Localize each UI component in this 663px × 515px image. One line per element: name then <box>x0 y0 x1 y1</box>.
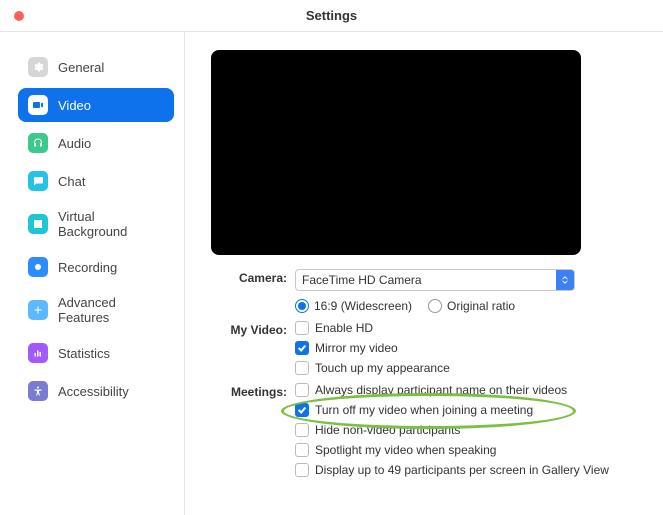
camera-dropdown[interactable]: FaceTime HD Camera <box>295 269 575 291</box>
sidebar-item-label: Recording <box>58 260 117 275</box>
checkbox-label: Always display participant name on their… <box>315 383 567 397</box>
sidebar-item-label: Virtual Background <box>58 209 164 239</box>
mirror-video-checkbox[interactable]: Mirror my video <box>295 341 641 355</box>
gallery-49-checkbox[interactable]: Display up to 49 participants per screen… <box>295 463 641 477</box>
always-display-names-checkbox[interactable]: Always display participant name on their… <box>295 383 641 397</box>
meetings-label: Meetings: <box>207 383 287 477</box>
sidebar: General Video Audio Chat <box>0 32 185 515</box>
checkbox-label: Hide non-video participants <box>315 423 460 437</box>
checkbox-icon <box>295 443 309 457</box>
hide-nonvideo-checkbox[interactable]: Hide non-video participants <box>295 423 641 437</box>
checkbox-icon <box>295 361 309 375</box>
turn-off-video-checkbox[interactable]: Turn off my video when joining a meeting <box>295 403 641 417</box>
camera-label: Camera: <box>207 269 287 291</box>
stats-icon <box>28 343 48 363</box>
sidebar-item-label: Statistics <box>58 346 110 361</box>
record-icon <box>28 257 48 277</box>
checkbox-label: Enable HD <box>315 321 373 335</box>
checkbox-label: Touch up my appearance <box>315 361 450 375</box>
sidebar-item-statistics[interactable]: Statistics <box>18 336 174 370</box>
video-preview <box>211 50 581 255</box>
touch-up-checkbox[interactable]: Touch up my appearance <box>295 361 641 375</box>
sidebar-item-label: Advanced Features <box>58 295 164 325</box>
sidebar-item-video[interactable]: Video <box>18 88 174 122</box>
sidebar-item-audio[interactable]: Audio <box>18 126 174 160</box>
video-icon <box>28 95 48 115</box>
titlebar: Settings <box>0 0 663 32</box>
close-window-button[interactable] <box>14 11 24 21</box>
sidebar-item-chat[interactable]: Chat <box>18 164 174 198</box>
chevron-updown-icon <box>556 270 574 290</box>
image-icon <box>28 214 48 234</box>
sidebar-item-accessibility[interactable]: Accessibility <box>18 374 174 408</box>
checkbox-label: Mirror my video <box>315 341 398 355</box>
window-controls <box>0 11 24 21</box>
accessibility-icon <box>28 381 48 401</box>
enable-hd-checkbox[interactable]: Enable HD <box>295 321 641 335</box>
aspect-original-radio[interactable]: Original ratio <box>428 299 515 313</box>
sidebar-item-label: Chat <box>58 174 85 189</box>
sidebar-item-label: Audio <box>58 136 91 151</box>
sidebar-item-label: General <box>58 60 104 75</box>
headphones-icon <box>28 133 48 153</box>
checkbox-icon <box>295 463 309 477</box>
sidebar-item-virtual-background[interactable]: Virtual Background <box>18 202 174 246</box>
sidebar-item-recording[interactable]: Recording <box>18 250 174 284</box>
plus-icon <box>28 300 48 320</box>
radio-label: 16:9 (Widescreen) <box>314 299 412 313</box>
sidebar-item-label: Accessibility <box>58 384 129 399</box>
checkbox-label: Spotlight my video when speaking <box>315 443 496 457</box>
checkbox-label: Turn off my video when joining a meeting <box>315 403 533 417</box>
aspect-16-9-radio[interactable]: 16:9 (Widescreen) <box>295 299 412 313</box>
settings-window: Settings General Video Audio <box>0 0 663 515</box>
camera-selected-value: FaceTime HD Camera <box>302 273 422 287</box>
radio-label: Original ratio <box>447 299 515 313</box>
checkbox-icon <box>295 403 309 417</box>
chat-icon <box>28 171 48 191</box>
checkbox-label: Display up to 49 participants per screen… <box>315 463 609 477</box>
my-video-label: My Video: <box>207 321 287 375</box>
window-title: Settings <box>0 8 663 23</box>
radio-icon <box>428 299 442 313</box>
gear-icon <box>28 57 48 77</box>
checkbox-icon <box>295 383 309 397</box>
content: Camera: FaceTime HD Camera 16:9 (Widescr… <box>185 32 663 515</box>
sidebar-item-label: Video <box>58 98 91 113</box>
checkbox-icon <box>295 423 309 437</box>
spotlight-video-checkbox[interactable]: Spotlight my video when speaking <box>295 443 641 457</box>
checkbox-icon <box>295 321 309 335</box>
checkbox-icon <box>295 341 309 355</box>
sidebar-item-advanced-features[interactable]: Advanced Features <box>18 288 174 332</box>
sidebar-item-general[interactable]: General <box>18 50 174 84</box>
radio-icon <box>295 299 309 313</box>
